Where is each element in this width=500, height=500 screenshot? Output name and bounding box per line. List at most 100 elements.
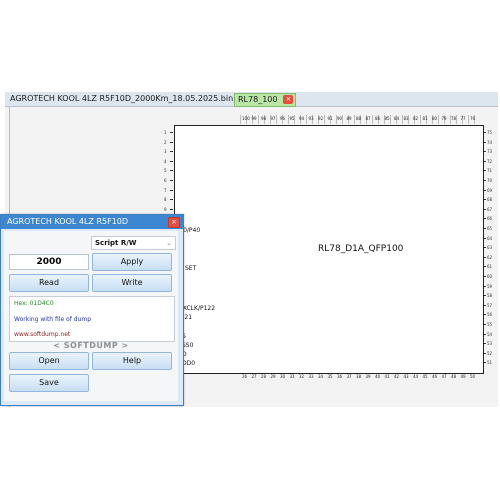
pin-number: 32 — [299, 374, 305, 379]
pin-number: 2 — [164, 140, 173, 145]
info-panel: Hex: 01D4C0 Working with file of dump ww… — [9, 296, 175, 342]
pin-number: 98 — [261, 116, 267, 121]
pin-number: 28 — [261, 374, 267, 379]
pin-number: 7 — [164, 188, 173, 193]
pin-number: 87 — [365, 116, 371, 121]
pin-number: 64 — [483, 236, 493, 241]
pin-number: 69 — [483, 188, 493, 193]
chevron-down-icon: ⌄ — [166, 239, 172, 247]
pin-number: 31 — [289, 374, 295, 379]
read-button[interactable]: Read — [9, 274, 89, 292]
help-button[interactable]: Help — [92, 352, 172, 370]
pin-number: 95 — [289, 116, 295, 121]
pin-number: 50 — [470, 374, 476, 379]
tab-bin-file[interactable]: AGROTECH KOOL 4LZ R5F10D_2000Km_18.05.20… — [7, 93, 236, 105]
pin-number: 72 — [483, 159, 493, 164]
pin-number: 62 — [483, 255, 493, 260]
script-select-value: Script R/W — [95, 239, 137, 247]
pin-number: 88 — [356, 116, 362, 121]
pin-number: 73 — [483, 149, 493, 154]
pin-number: 41 — [384, 374, 390, 379]
pin-number: 57 — [483, 303, 493, 308]
file-tab-bar: AGROTECH KOOL 4LZ R5F10D_2000Km_18.05.20… — [5, 92, 498, 107]
script-select[interactable]: Script R/W ⌄ — [91, 236, 176, 250]
pin-number: 96 — [280, 116, 286, 121]
dialog-title: AGROTECH KOOL 4LZ R5F10D — [7, 217, 129, 226]
tab-bin-file-label: AGROTECH KOOL 4LZ R5F10D_2000Km_18.05.20… — [10, 94, 234, 103]
pin-number: 52 — [483, 351, 493, 356]
pin-number: 4 — [164, 159, 173, 164]
softdump-brand: < SOFTDUMP > — [53, 341, 129, 350]
apply-button[interactable]: Apply — [92, 253, 172, 271]
pin-number: 93 — [308, 116, 314, 121]
pin-number: 65 — [483, 226, 493, 231]
pin-number: 94 — [299, 116, 305, 121]
pin-number: 82 — [413, 116, 419, 121]
pin-number: 100 — [242, 116, 250, 121]
pin-number: 89 — [346, 116, 352, 121]
pin-number: 75 — [483, 130, 493, 135]
open-button[interactable]: Open — [9, 352, 89, 370]
pin-number: 1 — [164, 130, 173, 135]
script-dialog: AGROTECH KOOL 4LZ R5F10D × Script R/W ⌄ … — [0, 214, 184, 406]
tab-rl78-100[interactable]: RL78_100 × — [234, 93, 297, 107]
value-text: 2000 — [36, 257, 62, 267]
value-field[interactable]: 2000 — [9, 254, 89, 270]
save-button[interactable]: Save — [9, 374, 89, 392]
pin-number: 85 — [384, 116, 390, 121]
pin-number: 79 — [441, 116, 447, 121]
hex-status: Hex: 01D4C0 — [14, 300, 54, 307]
pin-number: 29 — [270, 374, 276, 379]
chip-body: RL78_D1A_QFP100 OL0/P40 SET /EXCLK/P122 … — [174, 125, 484, 374]
dialog-titlebar[interactable]: AGROTECH KOOL 4LZ R5F10D × — [1, 215, 183, 229]
pin-number: 51 — [483, 360, 493, 365]
pin-number: 68 — [483, 197, 493, 202]
chip-name: RL78_D1A_QFP100 — [318, 244, 404, 254]
pin-number: 27 — [251, 374, 257, 379]
pin-number: 5 — [164, 168, 173, 173]
pin-number: 6 — [164, 178, 173, 183]
pin-number: 70 — [483, 178, 493, 183]
pin-number: 26 — [242, 374, 248, 379]
pin-number: 99 — [251, 116, 257, 121]
tab-close-icon[interactable]: × — [283, 95, 294, 104]
pin-number: 58 — [483, 293, 493, 298]
pin-number: 34 — [318, 374, 324, 379]
pin-number: 83 — [403, 116, 409, 121]
pin-number: 37 — [346, 374, 352, 379]
pin-number: 92 — [318, 116, 324, 121]
pin-number: 63 — [483, 245, 493, 250]
pin-number: 48 — [451, 374, 457, 379]
pin-number: 78 — [451, 116, 457, 121]
pin-number: 30 — [280, 374, 286, 379]
pin-number: 44 — [413, 374, 419, 379]
pin-number: 42 — [394, 374, 400, 379]
dialog-body: Script R/W ⌄ 2000 Apply Read Write Hex: … — [4, 231, 178, 401]
pin-number: 71 — [483, 168, 493, 173]
pin-number: 40 — [375, 374, 381, 379]
pin-number: 49 — [460, 374, 466, 379]
pin-number: 43 — [403, 374, 409, 379]
pin-number: 67 — [483, 207, 493, 212]
pin-number: 55 — [483, 322, 493, 327]
tab-rl78-100-label: RL78_100 — [238, 95, 278, 104]
pin-number: 90 — [337, 116, 343, 121]
pin-number: 35 — [327, 374, 333, 379]
pin-number: 33 — [308, 374, 314, 379]
pin-number: 84 — [394, 116, 400, 121]
pin-number: 66 — [483, 216, 493, 221]
working-status: Working with file of dump — [14, 316, 92, 323]
write-button[interactable]: Write — [92, 274, 172, 292]
pin-number: 36 — [337, 374, 343, 379]
pin-number: 39 — [365, 374, 371, 379]
pin-number: 53 — [483, 341, 493, 346]
dialog-close-icon[interactable]: × — [168, 217, 180, 228]
pin-number: 86 — [375, 116, 381, 121]
softdump-link[interactable]: www.softdump.net — [14, 331, 70, 338]
pin-number: 91 — [327, 116, 333, 121]
pin-number: 38 — [356, 374, 362, 379]
pin-number: 45 — [422, 374, 428, 379]
pin-number: 76 — [470, 116, 476, 121]
pin-number: 8 — [164, 197, 173, 202]
pin-number: 61 — [483, 264, 493, 269]
